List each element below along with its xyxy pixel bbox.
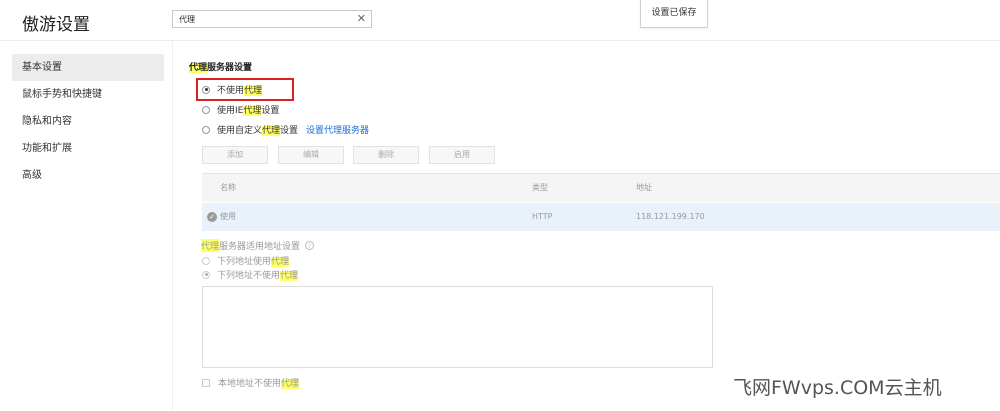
sidebar: 基本设置 鼠标手势和快捷键 隐私和内容 功能和扩展 高级 [12,54,164,189]
sidebar-item-privacy[interactable]: 隐私和内容 [12,108,164,135]
address-list-textarea[interactable] [202,286,713,368]
radio-bypass-proxy-for-list[interactable]: 下列地址不使用代理 [202,268,299,281]
search-value: 代理 [179,15,195,24]
sidebar-item-advanced[interactable]: 高级 [12,162,164,189]
sidebar-item-basic[interactable]: 基本设置 [12,54,164,81]
section-title-text: 服务器设置 [207,63,253,73]
app-title: 傲游设置 [22,15,90,35]
column-header-address: 地址 [636,183,652,192]
radio-label: 下列地址不使用代理 [217,271,299,281]
sidebar-item-mouse-gestures[interactable]: 鼠标手势和快捷键 [12,81,164,108]
radio-label: 下列地址使用代理 [217,257,290,267]
settings-saved-badge: 设置已保存 [640,0,708,28]
configure-proxy-link[interactable]: 设置代理服务器 [306,123,369,136]
table-header: 名称 类型 地址 [202,174,1000,202]
radio-use-proxy-for-list[interactable]: 下列地址使用代理 [202,254,290,267]
sidebar-divider [172,41,173,411]
radio-button[interactable] [202,105,210,114]
highlight-annotation-box [196,78,294,101]
radio-label: 使用IE代理设置 [217,106,280,116]
row-address: 118.121.199.170 [636,212,705,221]
row-name: 使用 [220,212,236,221]
watermark: 飞网FWvps.COM云主机 [733,377,942,399]
radio-button[interactable] [202,270,210,279]
radio-button[interactable] [202,125,210,134]
section-title: 代理服务器设置 [189,60,252,73]
radio-custom-proxy[interactable]: 使用自定义代理设置 设置代理服务器 [202,123,369,136]
scope-title: 代理 服务器适用地址设置 ? [201,239,315,252]
column-header-name: 名称 [220,183,236,192]
proxy-table: 名称 类型 地址 ✓ 使用 HTTP 118.121.199.170 [202,173,1000,232]
radio-label: 使用自定义代理设置 [217,126,299,136]
table-row[interactable]: ✓ 使用 HTTP 118.121.199.170 [202,203,1000,231]
section-title-highlight: 代理 [189,63,208,73]
edit-button[interactable]: 编辑 [278,146,344,164]
header-divider [0,40,1000,41]
radio-button[interactable] [202,256,210,265]
checkbox-label: 本地地址不使用代理 [218,379,300,389]
search-input[interactable]: 代理 ✕ [172,10,372,28]
clear-icon[interactable]: ✕ [357,11,366,27]
checkbox[interactable] [202,378,210,387]
delete-button[interactable]: 删除 [353,146,419,164]
column-header-type: 类型 [532,183,548,192]
add-button[interactable]: 添加 [202,146,268,164]
check-circle-icon: ✓ [207,212,217,222]
bypass-local-addresses[interactable]: 本地地址不使用代理 [202,376,300,389]
row-type: HTTP [532,212,553,221]
radio-ie-proxy[interactable]: 使用IE代理设置 [202,103,279,116]
sidebar-item-features[interactable]: 功能和扩展 [12,135,164,162]
enable-button[interactable]: 启用 [429,146,495,164]
help-icon[interactable]: ? [305,241,315,250]
